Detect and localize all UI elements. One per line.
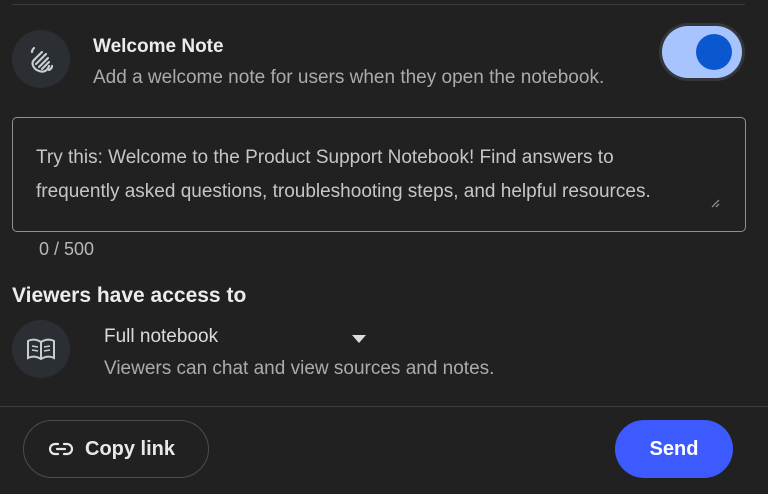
access-level-value: Full notebook (104, 326, 219, 347)
top-divider (12, 4, 745, 5)
access-level-dropdown[interactable]: Full notebook (104, 326, 372, 354)
character-count: 0 / 500 (39, 239, 95, 259)
textarea-placeholder-line: Try this: Welcome to the Product Support… (36, 147, 614, 168)
access-description: Viewers can chat and view sources and no… (104, 358, 495, 379)
welcome-note-description: Add a welcome note for users when they o… (93, 67, 605, 88)
access-heading: Viewers have access to (12, 284, 247, 307)
copy-link-label: Copy link (85, 437, 176, 460)
welcome-note-toggle[interactable] (662, 26, 742, 78)
book-open-icon (12, 320, 70, 378)
waving-hand-icon (12, 30, 70, 88)
dropdown-arrow-icon (352, 335, 366, 343)
welcome-note-textarea[interactable]: Try this: Welcome to the Product Support… (12, 117, 746, 232)
copy-link-button[interactable]: Copy link (23, 420, 209, 478)
link-icon (49, 442, 73, 456)
send-label: Send (649, 437, 699, 460)
footer-divider (0, 406, 768, 407)
resize-handle-icon[interactable] (711, 199, 720, 208)
send-button[interactable]: Send (615, 420, 733, 478)
textarea-placeholder-line: frequently asked questions, troubleshoot… (36, 181, 651, 202)
toggle-knob (696, 34, 732, 70)
welcome-note-title: Welcome Note (93, 36, 224, 57)
